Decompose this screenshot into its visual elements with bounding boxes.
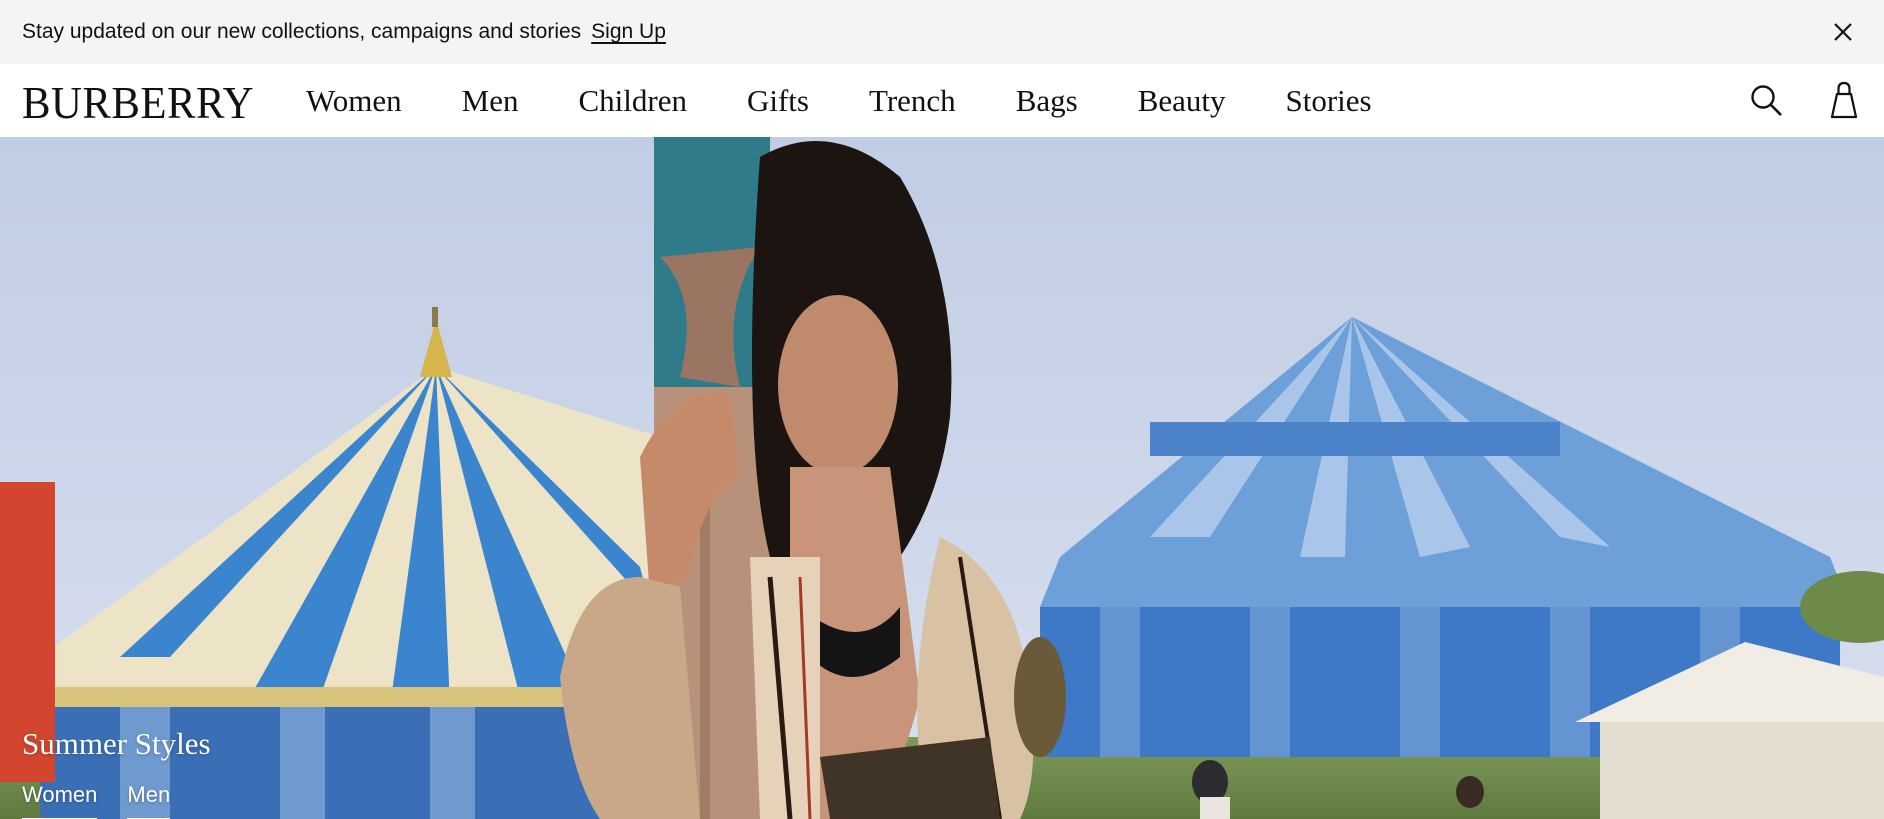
hero-title: Summer Styles (22, 726, 211, 761)
nav-women[interactable]: Women (306, 83, 402, 119)
hero-links: Women Men (22, 782, 211, 819)
hero-link-men[interactable]: Men (127, 782, 171, 819)
announcement-text: Stay updated on our new collections, cam… (22, 20, 582, 43)
hero-caption: Summer Styles Women Men (22, 726, 211, 819)
hero-image (0, 137, 1884, 819)
sign-up-link[interactable]: Sign Up (591, 20, 666, 44)
nav-children[interactable]: Children (578, 83, 687, 119)
announcement-bar: Stay updated on our new collections, cam… (0, 0, 1884, 64)
hero-banner[interactable]: Summer Styles Women Men (0, 137, 1884, 819)
close-icon[interactable] (1828, 17, 1858, 47)
search-icon[interactable] (1748, 82, 1784, 118)
shopping-bag-icon[interactable] (1829, 81, 1859, 119)
site-header: BURBERRY Women Men Children Gifts Trench… (0, 64, 1884, 137)
nav-trench[interactable]: Trench (869, 83, 956, 119)
nav-bags[interactable]: Bags (1016, 83, 1078, 119)
nav-beauty[interactable]: Beauty (1138, 83, 1226, 119)
nav-men[interactable]: Men (462, 83, 519, 119)
burberry-logo[interactable]: BURBERRY (22, 80, 254, 126)
nav-gifts[interactable]: Gifts (747, 83, 809, 119)
nav-stories[interactable]: Stories (1286, 83, 1372, 119)
main-nav: Women Men Children Gifts Trench Bags Bea… (306, 64, 1432, 137)
hero-link-women[interactable]: Women (22, 782, 98, 819)
